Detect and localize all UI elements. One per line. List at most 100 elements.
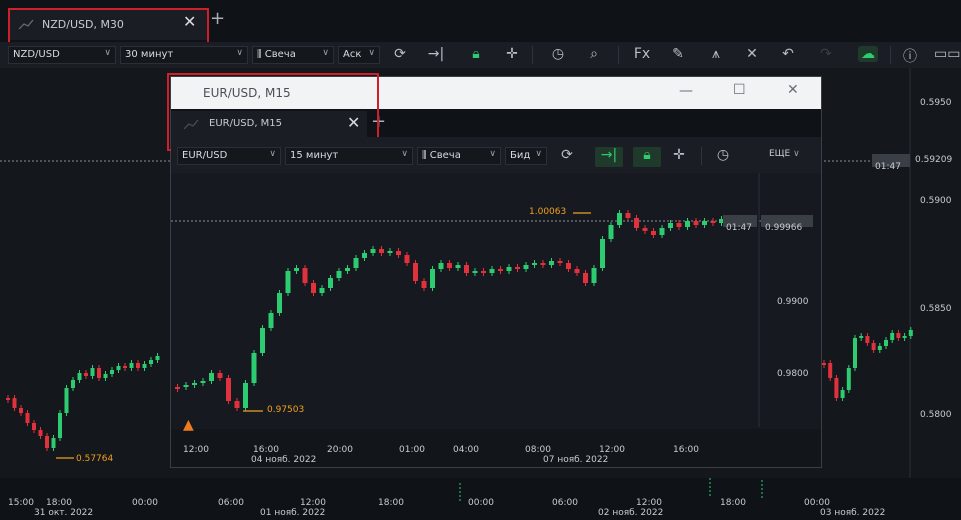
chevron-down-icon: ∨ bbox=[322, 48, 329, 58]
window-candle bbox=[710, 218, 716, 226]
refresh-icon[interactable]: ⟳ bbox=[557, 147, 577, 163]
clock-icon[interactable]: ◷ bbox=[713, 147, 733, 163]
cloud-upload-icon[interactable]: ☁ bbox=[858, 46, 878, 62]
window-candle bbox=[498, 266, 503, 274]
date-axis-label: 07 нояб. 2022 bbox=[543, 455, 609, 465]
crosshair-icon[interactable]: ✛ bbox=[502, 46, 522, 62]
main-candle bbox=[116, 363, 121, 373]
date-axis-label: 02 нояб. 2022 bbox=[598, 508, 664, 518]
eurusd-floating-window[interactable]: EUR/USD, M15 — ☐ ✕ EUR/USD, M15 ✕ + EUR/… bbox=[167, 73, 822, 468]
window-candle bbox=[234, 398, 240, 411]
lock-icon[interactable]: 🔒︎ bbox=[633, 147, 661, 167]
redo-icon[interactable]: ↷ bbox=[816, 46, 836, 62]
chevron-down-icon: ∨ bbox=[236, 48, 243, 58]
current-price-tag: 0.59209 bbox=[915, 155, 953, 165]
window-chart-area[interactable]: 0.9900 0.9800 12:00 16:00 04 нояб. 2022 20:0… bbox=[171, 173, 821, 467]
layout-icon[interactable]: ▭▭ bbox=[934, 46, 960, 62]
new-tab-icon[interactable]: + bbox=[210, 8, 225, 29]
candle-icon: ⫼ bbox=[257, 49, 265, 60]
window-candle bbox=[685, 218, 690, 230]
time-axis-label: 06:00 bbox=[218, 498, 244, 508]
current-time-value: 01:47 bbox=[875, 162, 901, 172]
timeframe-select[interactable]: 15 минут ∨ bbox=[285, 147, 413, 165]
main-candle bbox=[828, 360, 833, 381]
warning-icon[interactable]: ▲ bbox=[183, 417, 194, 433]
timeframe-select[interactable]: 30 минут ∨ bbox=[120, 46, 248, 64]
crosshair-icon[interactable]: ✛ bbox=[669, 147, 689, 163]
window-candle bbox=[693, 218, 699, 228]
price-axis-label: 0.9900 bbox=[777, 297, 809, 307]
symbol-select[interactable]: EUR/USD ∨ bbox=[177, 147, 281, 165]
time-axis-label: 00:00 bbox=[804, 498, 830, 508]
main-low-marker: 0.57764 bbox=[76, 454, 114, 464]
more-menu[interactable]: ЕЩЕ ∨ bbox=[769, 149, 800, 159]
indicators-icon[interactable]: Fx bbox=[632, 46, 652, 62]
main-candle bbox=[884, 337, 888, 349]
window-candle bbox=[515, 264, 520, 272]
minimize-icon[interactable]: — bbox=[679, 83, 693, 99]
main-candle bbox=[155, 353, 160, 363]
main-candle bbox=[890, 330, 895, 343]
time-axis-label: 06:00 bbox=[552, 498, 578, 508]
timeframe-value: 30 минут bbox=[125, 49, 174, 60]
window-candle bbox=[566, 260, 571, 272]
window-candle bbox=[591, 265, 597, 286]
window-candle bbox=[421, 278, 427, 291]
current-time-value: 01:47 bbox=[726, 223, 752, 233]
main-candle bbox=[902, 333, 907, 341]
toolbar-divider bbox=[890, 46, 891, 64]
time-axis-label: 15:00 bbox=[8, 498, 34, 508]
time-axis-label: 20:00 bbox=[327, 445, 353, 455]
chevron-down-icon: ∨ bbox=[489, 149, 496, 159]
shift-to-end-icon[interactable]: →| bbox=[595, 147, 623, 167]
maximize-icon[interactable]: ☐ bbox=[733, 82, 746, 98]
refresh-icon[interactable]: ⟳ bbox=[390, 46, 410, 62]
time-axis-label: 00:00 bbox=[132, 498, 158, 508]
shift-to-end-icon[interactable]: →| bbox=[426, 46, 446, 62]
main-candle bbox=[64, 385, 69, 416]
toolbar-divider bbox=[701, 147, 702, 165]
window-candle bbox=[260, 325, 265, 356]
window-candle bbox=[336, 268, 342, 281]
fibonacci-icon[interactable]: ⩚ bbox=[706, 46, 726, 62]
window-candle bbox=[328, 275, 333, 291]
chevron-down-icon: ∨ bbox=[793, 149, 800, 159]
clock-icon[interactable]: ◷ bbox=[548, 46, 568, 62]
window-toolbar: EUR/USD ∨ 15 минут ∨ ⫼ Свеча ∨ Бид ∨ ⟳ →| 🔒︎… bbox=[171, 137, 821, 173]
tools-icon[interactable]: ✕ bbox=[742, 46, 762, 62]
window-candle bbox=[702, 218, 707, 228]
main-candle bbox=[822, 360, 826, 368]
main-candle bbox=[865, 333, 870, 346]
window-candle bbox=[268, 310, 274, 331]
price-side-select[interactable]: Бид ∨ bbox=[505, 147, 547, 165]
time-axis-label: 08:00 bbox=[525, 445, 551, 455]
main-candle bbox=[142, 361, 147, 371]
price-side-select[interactable]: Аск ∨ bbox=[338, 46, 380, 64]
time-axis-label: 01:00 bbox=[399, 445, 425, 455]
close-window-icon[interactable]: ✕ bbox=[787, 82, 799, 98]
price-axis-label: 0.5950 bbox=[920, 98, 952, 108]
symbol-select[interactable]: NZD/USD ∨ bbox=[8, 46, 116, 64]
undo-icon[interactable]: ↶ bbox=[778, 46, 798, 62]
chart-type-select[interactable]: ⫼ Свеча ∨ bbox=[252, 46, 334, 64]
symbol-value: NZD/USD bbox=[13, 49, 60, 60]
window-candle bbox=[200, 378, 206, 386]
main-candle bbox=[25, 410, 30, 426]
main-candle bbox=[149, 357, 153, 367]
window-candle bbox=[302, 265, 308, 286]
main-toolbar: NZD/USD ∨ 30 минут ∨ ⫼ Свеча ∨ Аск ∨ ⟳ →| 🔒︎… bbox=[0, 42, 961, 68]
price-side-value: Бид bbox=[510, 150, 531, 161]
window-candle bbox=[617, 210, 622, 228]
lock-icon[interactable]: 🔒︎ bbox=[466, 46, 486, 62]
chart-type-select[interactable]: ⫼ Свеча ∨ bbox=[417, 147, 501, 165]
window-candle bbox=[447, 260, 452, 271]
zoom-icon[interactable]: ⌕ bbox=[584, 46, 604, 62]
window-candle bbox=[251, 350, 257, 386]
pencil-icon[interactable]: ✎ bbox=[668, 46, 688, 62]
window-candle bbox=[379, 246, 384, 256]
window-candle bbox=[370, 246, 376, 256]
info-icon[interactable]: ⓘ bbox=[900, 46, 920, 66]
timeframe-value: 15 минут bbox=[290, 150, 339, 161]
window-candle bbox=[659, 225, 665, 238]
window-candle bbox=[481, 268, 486, 276]
